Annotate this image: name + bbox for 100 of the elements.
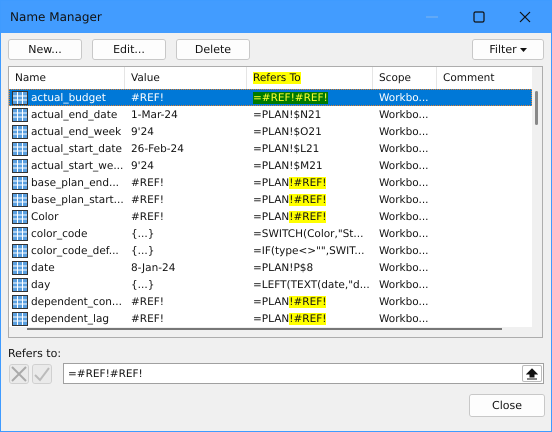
name-cell: actual_start_we...: [31, 160, 124, 172]
name-row[interactable]: actual_start_we... 9'24 =PLAN!$M21 Workbo...: [9, 157, 532, 174]
refers-to-cell: =PLAN!#REF!: [253, 296, 326, 308]
value-cell-text: 9'24: [130, 158, 155, 174]
window-title: Name Manager: [10, 10, 103, 24]
scope-cell-text: Workbo...: [378, 176, 430, 190]
name-row[interactable]: actual_end_date 1-Mar-24 =PLAN!$N21 Workbo...: [9, 106, 532, 123]
scope-cell-text: Workbo...: [378, 108, 430, 122]
name-cell: actual_end_week: [31, 126, 122, 138]
range-icon: [12, 226, 28, 240]
range-icon: [12, 210, 28, 224]
maximize-icon[interactable]: [473, 11, 485, 23]
name-cell: color_code_def...: [31, 244, 119, 256]
name-cell: date: [31, 262, 55, 274]
value-cell-text: 1-Mar-24: [130, 108, 179, 122]
confirm-button[interactable]: [32, 364, 52, 384]
value-cell-text: 9'24: [130, 124, 155, 140]
filter-button[interactable]: Filter: [472, 39, 544, 60]
name-cell: color_code: [31, 228, 88, 240]
name-row[interactable]: Color #REF! =PLAN!#REF! Workbo...: [9, 208, 532, 225]
name-row[interactable]: color_code {...} =SWITCH(Color,"St... Workbo...: [9, 225, 532, 242]
range-icon: [12, 142, 28, 156]
refers-to-field[interactable]: =#REF!#REF!: [63, 363, 544, 384]
refers-to-cell: =PLAN!#REF!: [253, 194, 326, 206]
refers-to-cell: =LEFT(TEXT(date,"d...: [253, 278, 370, 290]
toolbar-button[interactable]: Delete: [176, 39, 250, 60]
name-cell: day: [31, 278, 50, 290]
value-cell-text: 8-Jan-24: [130, 260, 176, 276]
refers-to-cell: =PLAN!#REF!: [253, 210, 326, 222]
name-cell: dependent_lag: [31, 312, 110, 324]
refers-to-cell: =PLAN!$M21: [253, 160, 323, 172]
value-cell-text: {...}: [130, 226, 156, 242]
scope-cell-text: Workbo...: [378, 260, 430, 276]
scope-cell-text: Workbo...: [378, 312, 430, 326]
name-cell: actual_start_date: [31, 142, 122, 154]
refers-to-cell: =PLAN!$L21: [253, 142, 320, 154]
value-cell-text: #REF!: [130, 176, 165, 190]
value-cell-text: #REF!: [130, 210, 165, 224]
name-row[interactable]: actual_end_week 9'24 =PLAN!$O21 Workbo...: [9, 123, 532, 140]
range-icon: [12, 90, 28, 104]
scope-cell-text: Workbo...: [378, 192, 430, 208]
scope-cell-text: Workbo...: [378, 142, 430, 156]
scope-cell-text: Workbo...: [378, 294, 430, 310]
range-icon: [12, 278, 28, 292]
value-cell-text: #REF!: [130, 90, 165, 106]
name-cell: actual_budget: [31, 92, 106, 104]
value-cell-text: 26-Feb-24: [130, 142, 185, 156]
refers-to-cell: =PLAN!#REF!: [253, 312, 326, 324]
name-row[interactable]: actual_start_date 26-Feb-24 =PLAN!$L21 Workbo...: [9, 140, 532, 157]
range-icon: [12, 312, 28, 326]
refers-to-cell: =PLAN!P$8: [253, 262, 314, 274]
refers-to-label: Refers to:: [8, 347, 62, 360]
name-row[interactable]: color_code_def... {...} =IF(type<>"",SWIT... Workbo...: [9, 242, 532, 259]
name-cell: actual_end_date: [31, 108, 118, 120]
range-icon: [12, 158, 28, 172]
range-icon: [12, 244, 28, 258]
value-cell-text: {...}: [130, 244, 156, 258]
name-row[interactable]: dependent_con... #REF! =PLAN!#REF! Workbo...: [9, 293, 532, 310]
range-icon: [12, 260, 28, 274]
caret-icon: [520, 48, 527, 52]
vertical-scrollbar[interactable]: [535, 91, 538, 125]
name-cell: dependent_con...: [31, 296, 122, 308]
name-cell: Color: [31, 210, 58, 222]
refers-to-cell: =#REF!#REF!: [253, 92, 328, 104]
scope-cell-text: Workbo...: [378, 210, 430, 224]
close-button[interactable]: Close: [469, 394, 545, 417]
name-row[interactable]: date 8-Jan-24 =PLAN!P$8 Workbo...: [9, 259, 532, 276]
value-cell-text: #REF!: [130, 192, 165, 208]
scope-cell-text: Workbo...: [378, 124, 430, 140]
toolbar-button[interactable]: New...: [8, 39, 82, 60]
name-cell: base_plan_start...: [31, 194, 124, 206]
value-cell-text: #REF!: [130, 312, 165, 326]
value-cell-text: #REF!: [130, 294, 165, 310]
value-cell-text: {...}: [130, 278, 156, 292]
range-icon: [12, 294, 28, 308]
name-row[interactable]: actual_budget #REF! =#REF!#REF! Workbo...: [9, 89, 532, 106]
name-row[interactable]: dependent_lag #REF! =PLAN!#REF! Workbo...: [9, 310, 532, 327]
cancel-button[interactable]: [9, 364, 29, 384]
range-icon: [12, 192, 28, 206]
refers-to-cell: =IF(type<>"",SWIT...: [253, 244, 364, 256]
refers-to-cell: =SWITCH(Color,"St...: [253, 228, 364, 240]
refers-to-cell: =PLAN!$O21: [253, 126, 322, 138]
collapse-button[interactable]: [522, 365, 542, 382]
column-header[interactable]: Comment: [437, 67, 532, 89]
toolbar-button[interactable]: Edit...: [92, 39, 166, 60]
close-icon[interactable]: [519, 11, 531, 23]
range-icon: [12, 176, 28, 190]
name-row[interactable]: day {...} =LEFT(TEXT(date,"d... Workbo...: [9, 276, 532, 293]
range-icon: [12, 108, 28, 122]
scope-cell-text: Workbo...: [378, 90, 430, 106]
horizontal-scrollbar[interactable]: [27, 328, 502, 330]
scope-cell-text: Workbo...: [378, 158, 430, 174]
scope-cell-text: Workbo...: [378, 226, 430, 242]
refers-to-cell: =PLAN!$N21: [253, 108, 322, 120]
refers-to-cell: =PLAN!#REF!: [253, 176, 326, 188]
name-row[interactable]: base_plan_end... #REF! =PLAN!#REF! Workbo...: [9, 174, 532, 191]
name-cell: base_plan_end...: [31, 176, 119, 188]
name-row[interactable]: base_plan_start... #REF! =PLAN!#REF! Workbo...: [9, 191, 532, 208]
scope-cell-text: Workbo...: [378, 244, 430, 258]
scope-cell-text: Workbo...: [378, 278, 430, 292]
